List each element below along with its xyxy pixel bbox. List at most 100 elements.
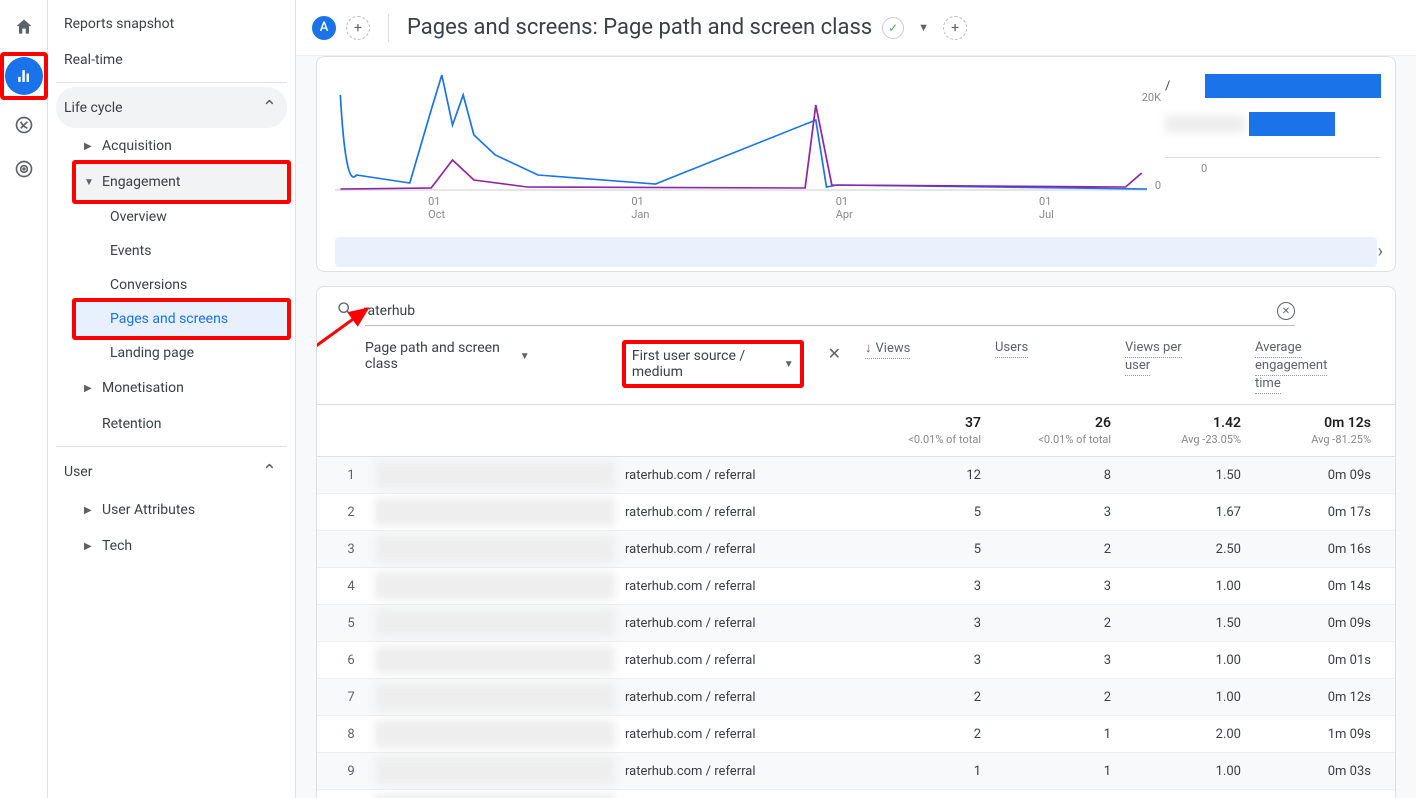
users-cell: 3	[995, 653, 1125, 668]
table-row[interactable]: 6raterhub.com / referral331.000m 01s	[317, 642, 1395, 679]
vpu-cell: 1.00	[1125, 653, 1255, 668]
tech-label: Tech	[102, 538, 132, 554]
aet-cell: 0m 09s	[1255, 468, 1385, 483]
col-users[interactable]: Users	[995, 340, 1125, 394]
sort-desc-icon: ↓	[865, 341, 872, 356]
timeline-scrubber[interactable]: ›	[335, 237, 1377, 267]
table-row[interactable]: 2raterhub.com / referral531.670m 17s	[317, 494, 1395, 531]
row-number: 8	[327, 727, 375, 742]
row-number: 2	[327, 505, 375, 520]
customise-button[interactable]: +	[943, 16, 967, 40]
redacted-cell	[375, 535, 615, 563]
col-aet[interactable]: Average engagement time	[1255, 340, 1385, 394]
table-row[interactable]: 7raterhub.com / referral221.000m 12s	[317, 679, 1395, 716]
source-cell: raterhub.com / referral	[615, 616, 855, 631]
user-attributes-label: User Attributes	[102, 502, 195, 518]
col-views[interactable]: ↓Views	[865, 340, 995, 394]
source-cell: raterhub.com / referral	[615, 727, 855, 742]
annotation-box-secondary-dim: First user source / medium ▼	[622, 340, 804, 388]
users-cell: 2	[995, 616, 1125, 631]
table-row[interactable]: 4raterhub.com / referral331.000m 14s	[317, 568, 1395, 605]
table-row[interactable]: 1raterhub.com / referral1281.500m 09s	[317, 457, 1395, 494]
row-number: 5	[327, 616, 375, 631]
triangle-right-icon: ▶	[84, 505, 94, 516]
table-row[interactable]: 8raterhub.com / referral212.001m 09s	[317, 716, 1395, 753]
redacted-cell	[375, 461, 615, 489]
views-cell: 3	[865, 653, 995, 668]
x-tick-jan: 01 Jan	[631, 195, 649, 221]
y-tick-20k: 20K	[1142, 91, 1161, 104]
sidebar-group-user[interactable]: User ⌃	[56, 451, 287, 492]
sidebar-group-lifecycle[interactable]: Life cycle ⌃	[56, 87, 287, 128]
sidebar-realtime[interactable]: Real-time	[56, 42, 287, 78]
row-number: 7	[327, 690, 375, 705]
sidebar-leaf-overview[interactable]: Overview	[76, 200, 287, 234]
aet-cell: 0m 09s	[1255, 616, 1385, 631]
users-hdr: Users	[995, 340, 1028, 358]
source-cell: raterhub.com / referral	[615, 690, 855, 705]
bar-label-0: /	[1165, 79, 1201, 94]
bar-label-redacted	[1165, 115, 1245, 133]
redacted-cell	[375, 646, 615, 674]
sidebar-item-monetisation[interactable]: ▶ Monetisation	[76, 370, 287, 406]
remove-dimension-icon[interactable]: ✕	[824, 340, 845, 367]
aet-cell: 1m 09s	[1255, 727, 1385, 742]
reports-icon[interactable]	[5, 57, 43, 95]
add-comparison-button[interactable]: +	[346, 16, 370, 40]
table-row[interactable]: 10raterhub.com / referral111.000m 06s	[317, 790, 1395, 798]
source-cell: raterhub.com / referral	[615, 764, 855, 779]
home-icon[interactable]	[5, 8, 43, 46]
table-row[interactable]: 3raterhub.com / referral522.500m 16s	[317, 531, 1395, 568]
aet-hdr-2: engagement	[1255, 358, 1327, 376]
chart-card: 20K 0 01 Oct 01 Jan 01 Apr 01 Jul /	[316, 56, 1396, 272]
total-views: 37	[865, 415, 981, 431]
monetisation-label: Monetisation	[102, 380, 184, 396]
sidebar-leaf-events[interactable]: Events	[76, 234, 287, 268]
clear-search-icon[interactable]: ✕	[1277, 302, 1295, 320]
sidebar-item-tech[interactable]: ▶ Tech	[76, 528, 287, 564]
retention-label: Retention	[102, 416, 162, 432]
views-cell: 3	[865, 579, 995, 594]
timeline-next-icon[interactable]: ›	[1378, 241, 1383, 262]
users-cell: 2	[995, 542, 1125, 557]
sidebar-leaf-conversions[interactable]: Conversions	[76, 268, 287, 302]
sidebar: Reports snapshot Real-time Life cycle ⌃ …	[48, 0, 296, 798]
vpu-cell: 1.67	[1125, 505, 1255, 520]
vpu-cell: 2.00	[1125, 727, 1255, 742]
secondary-dimension-select[interactable]: First user source / medium ▼	[632, 348, 794, 380]
sidebar-item-user-attributes[interactable]: ▶ User Attributes	[76, 492, 287, 528]
views-cell: 5	[865, 505, 995, 520]
aet-cell: 0m 03s	[1255, 764, 1385, 779]
sidebar-leaf-landing[interactable]: Landing page	[76, 336, 287, 370]
advertising-icon[interactable]	[5, 150, 43, 188]
aet-hdr-3: time	[1255, 376, 1281, 394]
chevron-up-icon: ⌃	[262, 97, 277, 118]
table-row[interactable]: 9raterhub.com / referral111.000m 03s	[317, 753, 1395, 790]
primary-dimension-select[interactable]: Page path and screen class ▼	[365, 340, 530, 372]
source-cell: raterhub.com / referral	[615, 542, 855, 557]
sidebar-leaf-pages-screens[interactable]: Pages and screens	[72, 298, 291, 340]
caret-down-icon: ▼	[520, 351, 530, 362]
x-tick-oct: 01 Oct	[428, 195, 445, 221]
rows-container: 1raterhub.com / referral1281.500m 09s2ra…	[317, 457, 1395, 798]
sidebar-reports-snapshot[interactable]: Reports snapshot	[56, 6, 287, 42]
redacted-cell	[375, 498, 615, 526]
total-vpu: 1.42	[1125, 415, 1241, 431]
table-row[interactable]: 5raterhub.com / referral321.500m 09s	[317, 605, 1395, 642]
total-users-sub: <0.01% of total	[995, 433, 1111, 446]
chevron-up-icon: ⌃	[262, 461, 277, 482]
triangle-right-icon: ▶	[84, 141, 94, 152]
title-dropdown[interactable]: ▼	[914, 21, 933, 34]
account-badge[interactable]: A	[312, 16, 336, 40]
sidebar-item-engagement[interactable]: ▼ Engagement	[72, 160, 291, 204]
vpu-cell: 1.00	[1125, 764, 1255, 779]
verified-icon[interactable]: ✓	[882, 17, 904, 39]
col-vpu[interactable]: Views per user	[1125, 340, 1255, 394]
explore-icon[interactable]	[5, 106, 43, 144]
sidebar-item-retention[interactable]: Retention	[76, 406, 287, 442]
vpu-cell: 1.00	[1125, 579, 1255, 594]
sidebar-item-acquisition[interactable]: ▶ Acquisition	[76, 128, 287, 164]
search-input[interactable]	[363, 303, 1277, 319]
total-users: 26	[995, 415, 1111, 431]
row-number: 9	[327, 764, 375, 779]
